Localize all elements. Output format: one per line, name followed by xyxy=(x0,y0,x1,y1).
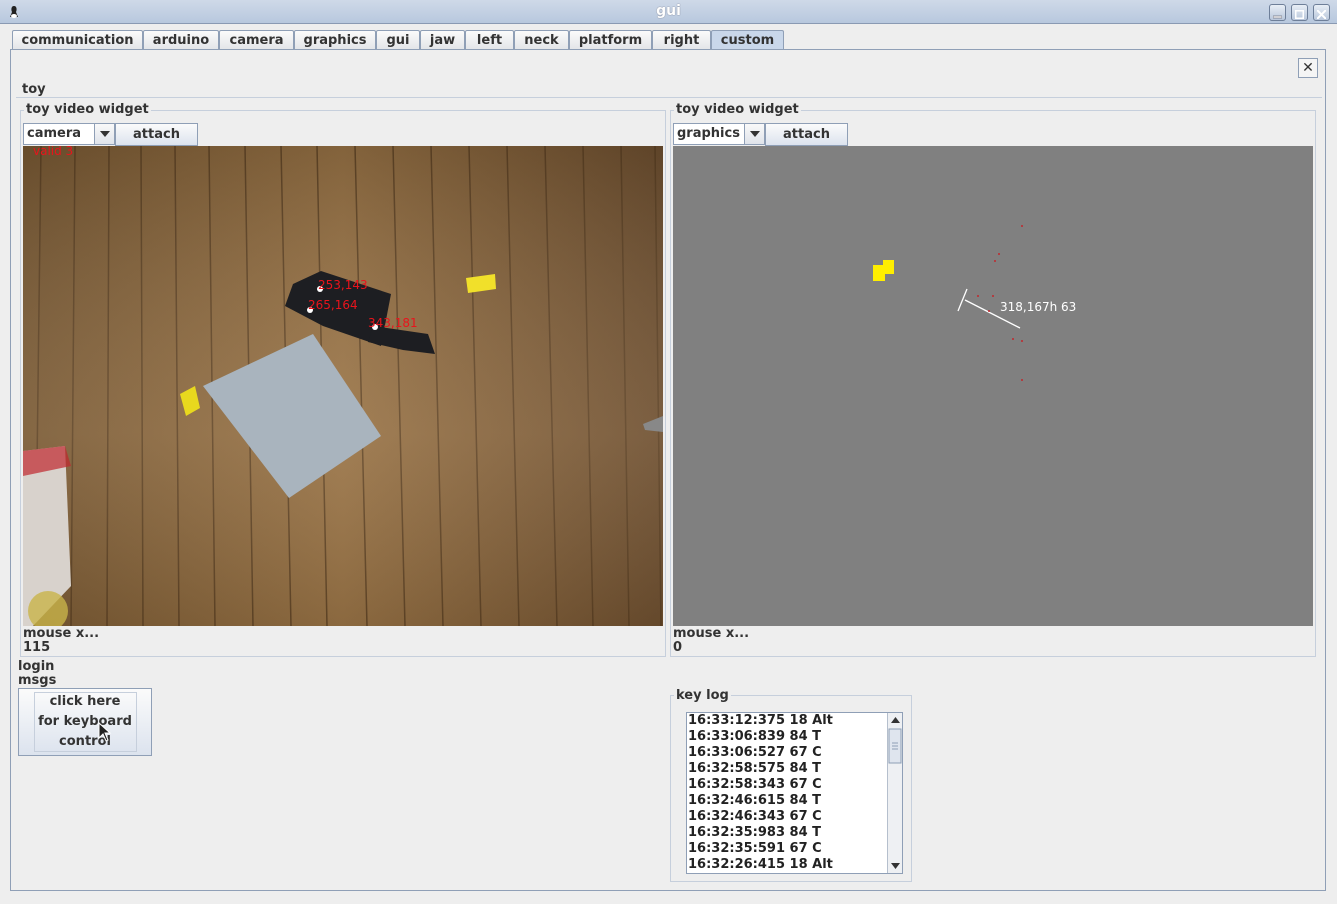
tracking-point-label: 253,143 xyxy=(318,278,368,292)
left-video-widget-title: toy video widget xyxy=(24,102,151,117)
list-item[interactable]: 16:33:12:375 18 Alt xyxy=(687,713,902,729)
key-log-title: key log xyxy=(674,688,731,703)
keyboard-control-button[interactable]: click here for keyboard control xyxy=(18,688,152,756)
right-source-value: graphics xyxy=(677,126,740,141)
tab-camera[interactable]: camera xyxy=(219,30,294,50)
tracking-point-label: 265,164 xyxy=(308,298,358,312)
tab-platform[interactable]: platform xyxy=(569,30,652,50)
graphics-overlay-text: 318,167h 63 xyxy=(1000,300,1077,314)
camera-status-overlay: valid 3 xyxy=(33,146,74,158)
focus-ring xyxy=(34,692,137,752)
close-icon xyxy=(1316,8,1327,23)
left-attach-button[interactable]: attach xyxy=(115,123,198,146)
list-item[interactable]: 16:32:35:983 84 T xyxy=(687,825,902,841)
tracking-point-label: 343,181 xyxy=(368,316,418,330)
tab-custom[interactable]: custom xyxy=(711,30,784,50)
close-window-button[interactable] xyxy=(1313,4,1330,21)
chevron-down-icon xyxy=(744,124,764,144)
list-item[interactable]: 16:32:35:591 67 C xyxy=(687,841,902,857)
minimize-button[interactable] xyxy=(1269,4,1286,21)
msgs-label: msgs xyxy=(18,673,57,688)
tab-right[interactable]: right xyxy=(652,30,711,50)
tab-arduino[interactable]: arduino xyxy=(143,30,219,50)
panel-close-button[interactable]: ✕ xyxy=(1298,58,1318,78)
scrollbar-graphics xyxy=(888,717,902,869)
left-mouse-value: 115 xyxy=(23,640,51,655)
tab-gui[interactable]: gui xyxy=(376,30,420,50)
login-label: login xyxy=(18,659,55,674)
right-mouse-value: 0 xyxy=(673,640,683,655)
tab-communication[interactable]: communication xyxy=(12,30,143,50)
right-mouse-label: mouse x... xyxy=(673,626,750,641)
graphics-canvas xyxy=(873,225,1023,381)
list-item[interactable]: 16:32:58:575 84 T xyxy=(687,761,902,777)
list-item[interactable]: 16:32:58:343 67 C xyxy=(687,777,902,793)
camera-video-frame[interactable]: valid 3 253,143 265,164 343,181 xyxy=(23,146,663,626)
tab-left[interactable]: left xyxy=(465,30,514,50)
maximize-button[interactable] xyxy=(1291,4,1308,21)
maximize-icon xyxy=(1294,8,1305,23)
window-title: gui xyxy=(656,3,681,19)
list-item[interactable]: 16:32:46:343 67 C xyxy=(687,809,902,825)
graphics-video-frame[interactable]: 318,167h 63 xyxy=(673,146,1313,626)
right-attach-button[interactable]: attach xyxy=(765,123,848,146)
left-source-select[interactable]: camera xyxy=(23,123,115,145)
toy-panel-title: toy xyxy=(20,82,48,97)
minimize-icon xyxy=(1272,8,1283,23)
camera-image xyxy=(23,146,663,626)
left-source-value: camera xyxy=(27,126,82,141)
mouse-cursor-icon xyxy=(98,722,112,742)
chevron-down-icon xyxy=(94,124,114,144)
list-item[interactable]: 16:33:06:839 84 T xyxy=(687,729,902,745)
left-mouse-label: mouse x... xyxy=(23,626,100,641)
right-video-widget-title: toy video widget xyxy=(674,102,801,117)
tab-graphics[interactable]: graphics xyxy=(294,30,376,50)
right-source-select[interactable]: graphics xyxy=(673,123,765,145)
tab-neck[interactable]: neck xyxy=(514,30,569,50)
tab-jaw[interactable]: jaw xyxy=(420,30,465,50)
title-bar: gui xyxy=(0,0,1337,24)
list-item[interactable]: 16:32:46:615 84 T xyxy=(687,793,902,809)
list-item[interactable]: 16:32:26:415 18 Alt xyxy=(687,857,902,873)
list-item[interactable]: 16:33:06:527 67 C xyxy=(687,745,902,761)
key-log-list[interactable]: 16:33:12:375 18 Alt 16:33:06:839 84 T 16… xyxy=(686,712,903,874)
key-log-scrollbar[interactable] xyxy=(887,713,902,873)
